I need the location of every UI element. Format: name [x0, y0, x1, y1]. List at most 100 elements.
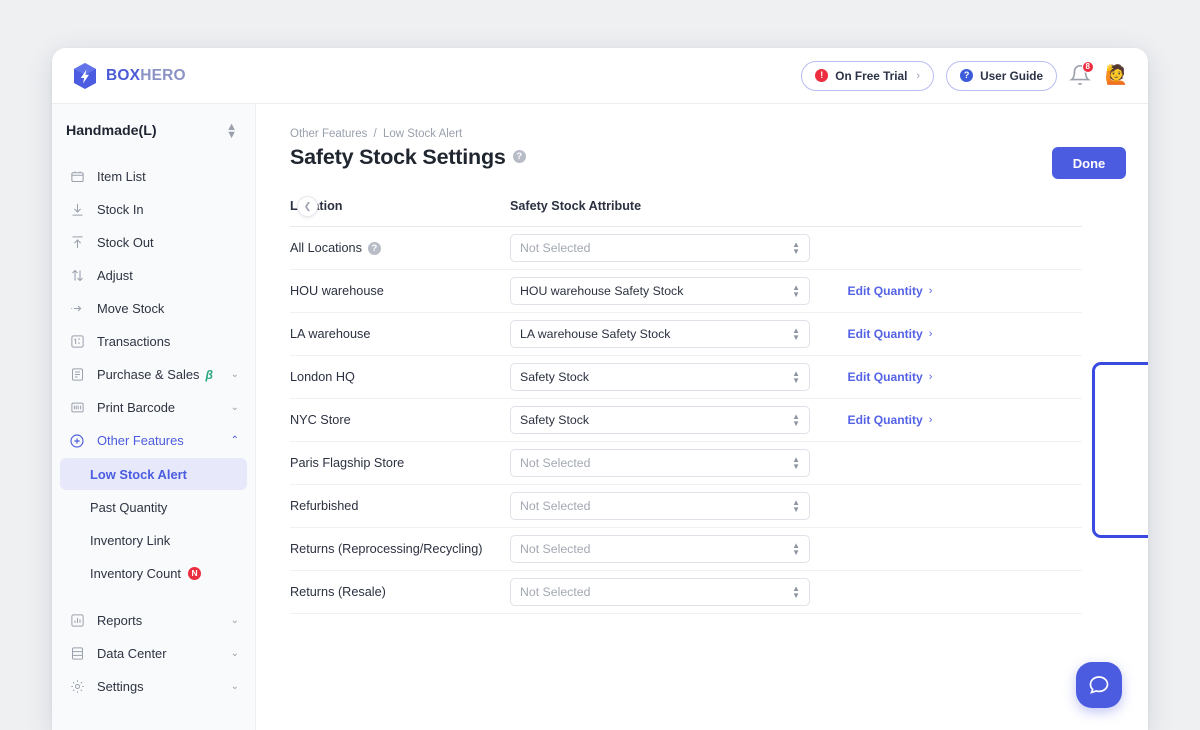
app-logo[interactable]: BOXHERO: [72, 62, 186, 90]
location-label: Refurbished: [290, 499, 358, 513]
select-value: HOU warehouse Safety Stock: [520, 284, 683, 298]
breadcrumb-separator: /: [374, 128, 377, 140]
sidebar-item-other-features[interactable]: Other Features ⌃: [52, 424, 255, 457]
breadcrumb: Other Features / Low Stock Alert: [290, 128, 1126, 140]
safety-stock-attribute-select[interactable]: Not Selected▲▼: [510, 535, 810, 563]
sidebar-item-low-stock-alert[interactable]: Low Stock Alert: [60, 458, 247, 490]
chat-support-button[interactable]: [1076, 662, 1122, 708]
sidebar-item-item-list[interactable]: Item List: [52, 160, 255, 193]
safety-stock-attribute-select[interactable]: Not Selected▲▼: [510, 234, 810, 262]
up-down-chevrons-icon: ▲▼: [792, 456, 800, 470]
table-header-row: Location Safety Stock Attribute: [290, 199, 1082, 227]
chevron-down-icon: ⌄: [231, 615, 239, 626]
arrow-down-to-line-icon: [68, 201, 86, 219]
location-cell: Refurbished: [290, 499, 510, 513]
chevron-down-icon: ⌄: [231, 369, 239, 380]
sidebar-subitem-label: Inventory Count: [90, 566, 181, 581]
sidebar-item-move-stock[interactable]: Move Stock: [52, 292, 255, 325]
sidebar-item-label: Print Barcode: [97, 400, 175, 415]
sidebar-item-past-quantity[interactable]: Past Quantity: [60, 491, 247, 523]
question-mark-circle-icon[interactable]: ?: [368, 242, 381, 255]
chevron-right-icon: ›: [929, 371, 933, 383]
location-cell: All Locations?: [290, 241, 510, 255]
chevron-down-icon: ⌄: [231, 648, 239, 659]
avatar-glyph: 🙋: [1105, 66, 1129, 85]
sidebar-item-stock-out[interactable]: Stock Out: [52, 226, 255, 259]
breadcrumb-current[interactable]: Low Stock Alert: [383, 128, 462, 140]
column-header-attribute: Safety Stock Attribute: [510, 199, 641, 213]
user-guide-label: User Guide: [980, 69, 1043, 83]
sidebar-item-inventory-link[interactable]: Inventory Link: [60, 524, 247, 556]
table-row: Refurbished Not Selected▲▼: [290, 485, 1082, 528]
sidebar-item-label: Stock Out: [97, 235, 154, 250]
notification-count-badge: 8: [1082, 61, 1094, 73]
edit-quantity-link[interactable]: Edit Quantity›: [848, 327, 933, 341]
sidebar-item-reports[interactable]: Reports ⌄: [52, 604, 255, 637]
workspace-name: Handmade(L): [66, 123, 157, 139]
select-value: Not Selected: [520, 499, 590, 513]
safety-stock-attribute-select[interactable]: Safety Stock▲▼: [510, 363, 810, 391]
free-trial-label: On Free Trial: [835, 69, 907, 83]
page-root: BOXHERO ! On Free Trial › ? User Guide: [0, 0, 1200, 730]
sidebar-item-transactions[interactable]: Transactions: [52, 325, 255, 358]
new-badge: N: [188, 567, 201, 580]
location-label: Paris Flagship Store: [290, 456, 404, 470]
sidebar-item-adjust[interactable]: Adjust: [52, 259, 255, 292]
edit-quantity-label: Edit Quantity: [848, 284, 923, 298]
plus-circle-icon: [68, 432, 86, 450]
question-mark-circle-icon[interactable]: ?: [513, 150, 526, 163]
logo-text-box: BOX: [106, 67, 140, 84]
database-icon: [68, 645, 86, 663]
user-guide-button[interactable]: ? User Guide: [946, 61, 1057, 91]
breadcrumb-parent[interactable]: Other Features: [290, 128, 367, 140]
sidebar-subitem-label: Low Stock Alert: [90, 467, 187, 482]
location-cell: London HQ: [290, 370, 510, 384]
up-down-chevrons-icon: ▲▼: [792, 542, 800, 556]
location-cell: LA warehouse: [290, 327, 510, 341]
sidebar-item-data-center[interactable]: Data Center ⌄: [52, 637, 255, 670]
sidebar-item-inventory-count[interactable]: Inventory Count N: [60, 557, 247, 589]
table-row: LA warehouseLA warehouse Safety Stock▲▼ E…: [290, 313, 1082, 356]
edit-quantity-link[interactable]: Edit Quantity›: [848, 370, 933, 384]
location-label: All Locations: [290, 241, 362, 255]
workspace-selector[interactable]: Handmade(L) ▲▼: [52, 104, 255, 158]
edit-quantity-link[interactable]: Edit Quantity›: [848, 413, 933, 427]
barcode-icon: [68, 399, 86, 417]
sidebar-subitem-label: Past Quantity: [90, 500, 167, 515]
safety-stock-attribute-select[interactable]: Not Selected▲▼: [510, 578, 810, 606]
sidebar-item-print-barcode[interactable]: Print Barcode ⌄: [52, 391, 255, 424]
sidebar-item-purchase-and-sales[interactable]: Purchase & Sales β ⌄: [52, 358, 255, 391]
question-circle-icon: ?: [960, 69, 973, 82]
safety-stock-attribute-select[interactable]: LA warehouse Safety Stock▲▼: [510, 320, 810, 348]
sidebar-item-label: Stock In: [97, 202, 144, 217]
done-button[interactable]: Done: [1052, 147, 1126, 179]
sidebar-nav: Item List Stock In: [52, 158, 255, 703]
free-trial-button[interactable]: ! On Free Trial ›: [801, 61, 934, 91]
sidebar-item-label: Move Stock: [97, 301, 164, 316]
safety-stock-attribute-select[interactable]: Not Selected▲▼: [510, 492, 810, 520]
location-label: NYC Store: [290, 413, 351, 427]
table-row: Paris Flagship Store Not Selected▲▼: [290, 442, 1082, 485]
logo-text-hero: HERO: [140, 67, 186, 84]
location-cell: Paris Flagship Store: [290, 456, 510, 470]
notifications-button[interactable]: 8: [1069, 64, 1091, 88]
sidebar-item-stock-in[interactable]: Stock In: [52, 193, 255, 226]
up-down-chevrons-icon: ▲▼: [792, 585, 800, 599]
safety-stock-attribute-select[interactable]: HOU warehouse Safety Stock▲▼: [510, 277, 810, 305]
page-title: Safety Stock Settings?: [290, 145, 526, 170]
safety-stock-attribute-select[interactable]: Safety Stock▲▼: [510, 406, 810, 434]
location-cell: Returns (Resale): [290, 585, 510, 599]
avatar[interactable]: 🙋: [1103, 62, 1130, 89]
sidebar-collapse-button[interactable]: ❮: [297, 196, 318, 217]
list-number-icon: [68, 333, 86, 351]
edit-quantity-link[interactable]: Edit Quantity›: [848, 284, 933, 298]
safety-stock-attribute-select[interactable]: Not Selected▲▼: [510, 449, 810, 477]
sidebar-item-settings[interactable]: Settings ⌄: [52, 670, 255, 703]
document-icon: [68, 366, 86, 384]
arrow-right-dashed-icon: [68, 300, 86, 318]
sidebar-item-label: Adjust: [97, 268, 133, 283]
select-value: Safety Stock: [520, 413, 589, 427]
up-down-chevrons-icon: ▲▼: [226, 123, 237, 140]
chevron-right-icon: ›: [916, 70, 920, 82]
location-cell: Returns (Reprocessing/Recycling): [290, 542, 510, 556]
